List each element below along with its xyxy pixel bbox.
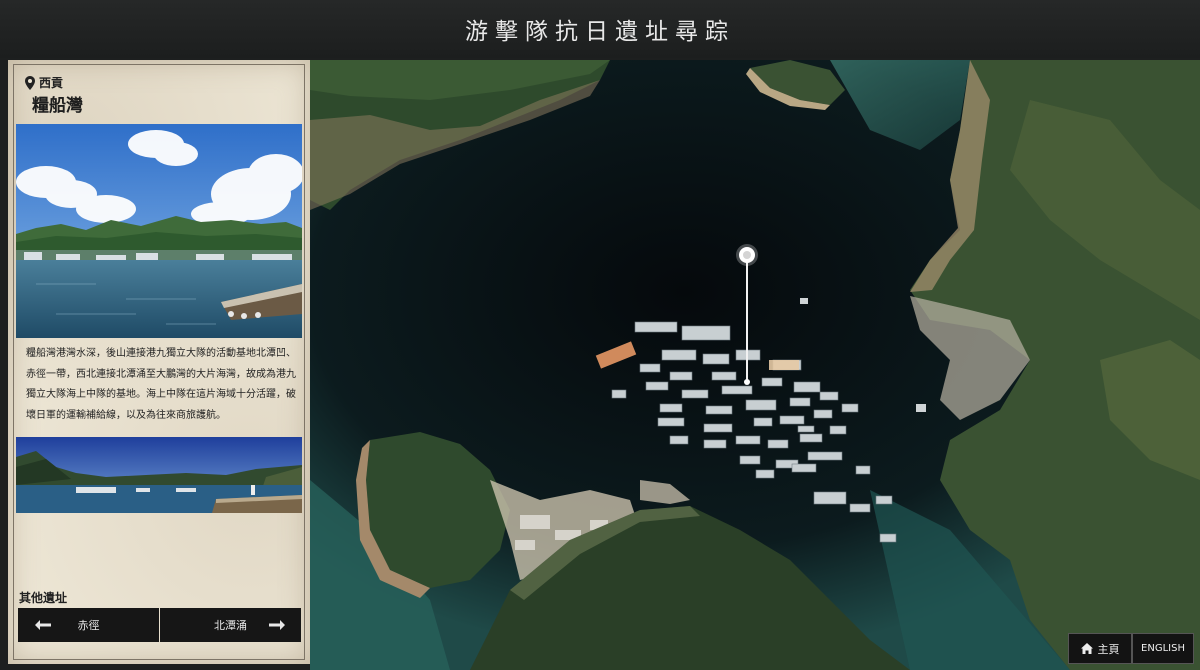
- app-root: 游擊隊抗日遺址尋踪 西貢 糧船灣 糧船灣港灣水深，後山連接港九獨立大隊的活動基地…: [0, 0, 1200, 670]
- next-site-label: 北潭涌: [214, 619, 247, 632]
- arrow-left-icon: [35, 620, 51, 630]
- prev-site-label: 赤徑: [77, 619, 100, 632]
- region-label: 西貢: [39, 76, 64, 90]
- location-pin-icon: [25, 75, 35, 90]
- site-panorama-photo: [16, 437, 302, 513]
- site-name: 糧船灣: [32, 96, 83, 116]
- home-icon: [1080, 643, 1093, 654]
- aerial-map-view[interactable]: [310, 60, 1200, 670]
- region-row: 西貢: [25, 74, 63, 91]
- arrow-right-icon: [269, 620, 285, 630]
- next-site-button[interactable]: 北潭涌: [160, 608, 301, 642]
- other-sites-label: 其他遺址: [19, 591, 68, 605]
- home-label: 主頁: [1097, 642, 1120, 656]
- prev-site-button[interactable]: 赤徑: [18, 608, 159, 642]
- home-button[interactable]: 主頁: [1068, 633, 1132, 664]
- header-bar: 游擊隊抗日遺址尋踪: [0, 0, 1200, 58]
- page-title: 游擊隊抗日遺址尋踪: [465, 19, 735, 45]
- site-photo: [16, 124, 302, 338]
- site-description: 糧船灣港灣水深，後山連接港九獨立大隊的活動基地北潭凹、赤徑一帶，西北連接北潭涌至…: [26, 348, 296, 421]
- site-info-panel: 西貢 糧船灣 糧船灣港灣水深，後山連接港九獨立大隊的活動基地北潭凹、赤徑一帶，西…: [8, 60, 310, 664]
- location-marker-icon: [736, 244, 758, 266]
- language-toggle-button[interactable]: ENGLISH: [1132, 633, 1194, 664]
